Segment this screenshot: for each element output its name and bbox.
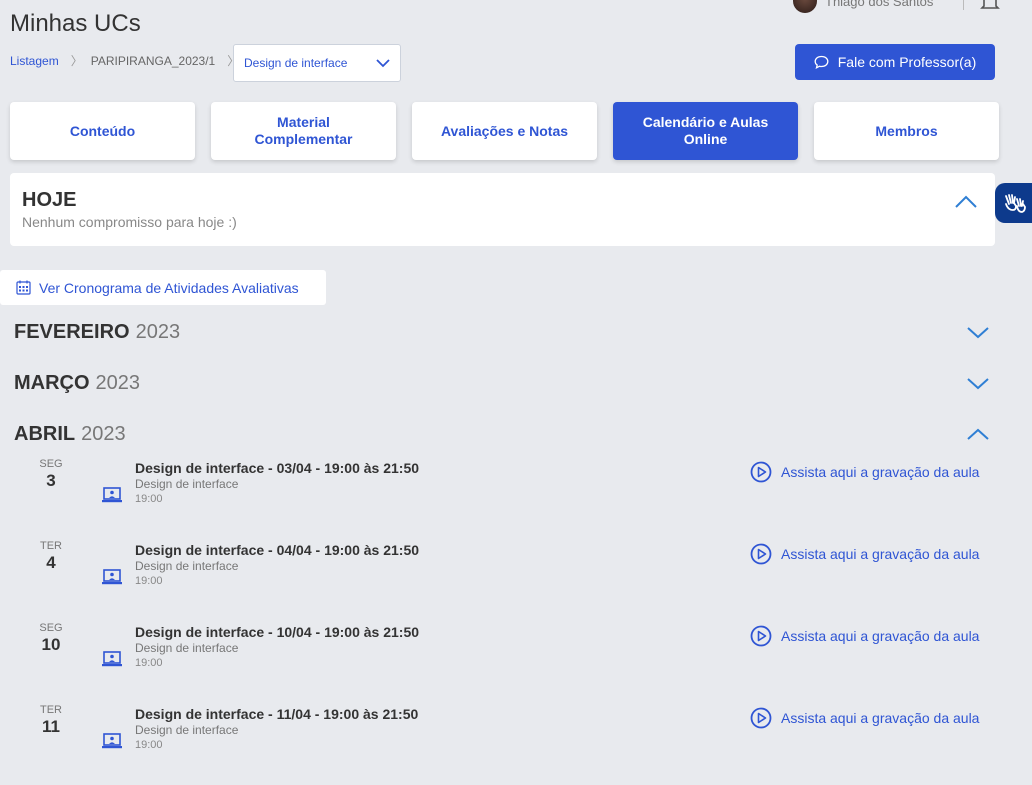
user-name[interactable]: Thiago dos Santos	[825, 0, 933, 9]
event-subject: Design de interface	[135, 477, 239, 491]
event-day: 3	[46, 471, 56, 490]
watch-recording-link[interactable]: Assista aqui a gravação da aula	[750, 707, 979, 729]
sign-language-hands-icon	[1004, 194, 1026, 213]
watch-recording-label: Assista aqui a gravação da aula	[781, 628, 980, 644]
month-header-marco[interactable]: MARÇO 2023	[14, 370, 989, 396]
watch-recording-link[interactable]: Assista aqui a gravação da aula	[750, 625, 979, 647]
event-time: 19:00	[135, 739, 163, 751]
play-circle-icon	[750, 625, 772, 647]
uc-select-value: Design de interface	[244, 56, 348, 70]
accessibility-tab[interactable]	[995, 183, 1032, 223]
chevron-up-icon[interactable]	[967, 428, 989, 441]
bell-icon[interactable]	[980, 0, 1001, 10]
laptop-icon	[102, 733, 122, 749]
play-circle-icon	[750, 707, 772, 729]
chevron-down-icon[interactable]	[967, 326, 989, 339]
chevron-down-icon[interactable]	[967, 377, 989, 390]
event-item: TER 11 Design de interface - 11/04 - 19:…	[10, 704, 995, 764]
event-weekday: TER	[40, 704, 62, 716]
event-weekday: SEG	[39, 458, 63, 470]
chat-bubble-icon	[814, 55, 829, 69]
event-day: 4	[46, 553, 56, 572]
event-title: Design de interface - 03/04 - 19:00 às 2…	[135, 460, 420, 476]
tab-material-complementar[interactable]: Material Complementar	[211, 102, 396, 160]
tab-membros[interactable]: Membros	[814, 102, 999, 160]
breadcrumb-term: PARIPIRANGA_2023/1	[90, 53, 216, 68]
event-item: SEG 3 Design de interface - 03/04 - 19:0…	[10, 458, 995, 518]
schedule-activities-button[interactable]: Ver Cronograma de Atividades Avaliativas	[0, 270, 326, 305]
event-weekday: TER	[40, 540, 62, 552]
event-item: SEG 10 Design de interface - 10/04 - 19:…	[10, 622, 995, 682]
breadcrumb: Listagem 〉 PARIPIRANGA_2023/1 〉	[10, 52, 247, 69]
event-day: 10	[41, 635, 61, 654]
breadcrumb-separator-icon: 〉	[70, 54, 83, 68]
schedule-activities-label: Ver Cronograma de Atividades Avaliativas	[39, 279, 299, 296]
event-title: Design de interface - 10/04 - 19:00 às 2…	[135, 624, 420, 640]
month-label: MARÇO 2023	[14, 372, 140, 395]
laptop-icon	[102, 569, 122, 585]
event-subject: Design de interface	[135, 641, 239, 655]
month-name: FEVEREIRO	[14, 320, 130, 343]
tab-bar: Conteúdo Material Complementar Avaliaçõe…	[10, 102, 999, 160]
watch-recording-label: Assista aqui a gravação da aula	[781, 546, 980, 562]
play-circle-icon	[750, 543, 772, 565]
month-name: ABRIL	[14, 422, 76, 445]
watch-recording-link[interactable]: Assista aqui a gravação da aula	[750, 461, 979, 483]
tab-calendario-aulas-online[interactable]: Calendário e Aulas Online	[613, 102, 798, 160]
uc-select[interactable]: Design de interface	[233, 44, 401, 82]
event-title: Design de interface - 11/04 - 19:00 às 2…	[135, 706, 419, 722]
calendar-icon	[16, 280, 31, 295]
month-year: 2023	[135, 320, 181, 343]
month-year: 2023	[81, 422, 126, 445]
event-day: 11	[42, 717, 60, 736]
month-header-abril[interactable]: ABRIL 2023	[14, 421, 989, 447]
avatar[interactable]	[793, 0, 817, 13]
today-message: Nenhum compromisso para hoje :)	[22, 214, 237, 230]
tab-conteudo[interactable]: Conteúdo	[10, 102, 195, 160]
tab-avaliacoes-notas[interactable]: Avaliações e Notas	[412, 102, 597, 160]
event-title: Design de interface - 04/04 - 19:00 às 2…	[135, 542, 420, 558]
event-time: 19:00	[135, 493, 163, 505]
laptop-icon	[102, 651, 122, 667]
today-title: HOJE	[22, 189, 77, 211]
play-circle-icon	[750, 461, 772, 483]
chevron-down-icon	[376, 59, 390, 68]
event-subject: Design de interface	[135, 559, 239, 573]
month-name: MARÇO	[14, 371, 90, 394]
contact-professor-button[interactable]: Fale com Professor(a)	[795, 44, 995, 80]
month-header-fevereiro[interactable]: FEVEREIRO 2023	[14, 319, 989, 345]
contact-professor-label: Fale com Professor(a)	[837, 54, 977, 70]
event-item: TER 4 Design de interface - 04/04 - 19:0…	[10, 540, 995, 600]
event-subject: Design de interface	[135, 723, 239, 737]
today-card: HOJE Nenhum compromisso para hoje :)	[10, 173, 995, 246]
event-time: 19:00	[135, 575, 163, 587]
month-label: ABRIL 2023	[14, 423, 126, 446]
chevron-up-icon[interactable]	[955, 195, 977, 209]
month-label: FEVEREIRO 2023	[14, 321, 180, 344]
month-year: 2023	[95, 371, 141, 394]
event-weekday: SEG	[39, 622, 63, 634]
event-time: 19:00	[135, 657, 163, 669]
page-title: Minhas UCs	[10, 10, 141, 37]
header-divider	[963, 0, 965, 10]
watch-recording-label: Assista aqui a gravação da aula	[781, 710, 980, 726]
laptop-icon	[102, 487, 122, 503]
watch-recording-link[interactable]: Assista aqui a gravação da aula	[750, 543, 979, 565]
breadcrumb-listing-link[interactable]: Listagem	[10, 54, 59, 68]
user-area[interactable]: Thiago dos Santos	[793, 0, 1001, 13]
watch-recording-label: Assista aqui a gravação da aula	[781, 464, 980, 480]
